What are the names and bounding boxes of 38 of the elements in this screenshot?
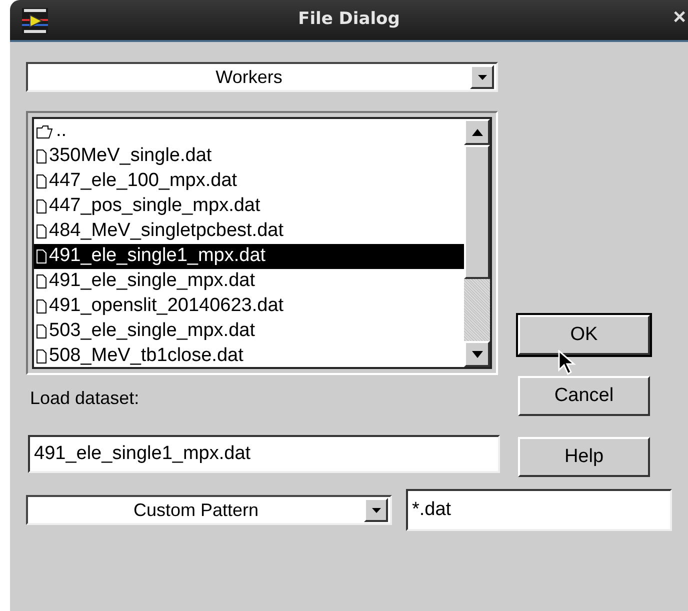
file-list-item[interactable]: 491_ele_single1_mpx.dat — [34, 244, 464, 269]
file-icon — [36, 249, 47, 264]
file-list-item[interactable]: 447_ele_100_mpx.dat — [34, 169, 464, 194]
filter-dropdown[interactable]: Custom Pattern — [26, 495, 392, 525]
mouse-cursor-icon — [558, 350, 576, 376]
file-icon — [36, 324, 47, 339]
scroll-thumb[interactable] — [464, 145, 490, 279]
file-list-item[interactable]: 350MeV_single.dat — [34, 144, 464, 169]
file-icon — [36, 299, 47, 314]
directory-dropdown[interactable]: Workers — [26, 62, 498, 92]
caret-icon — [372, 508, 380, 512]
dialog-button[interactable]: OK — [518, 315, 650, 355]
folder-icon — [36, 124, 54, 138]
scroll-down-icon[interactable] — [472, 350, 482, 358]
app-icon — [22, 8, 48, 34]
filename-field[interactable]: 491_ele_single1_mpx.dat — [28, 435, 500, 473]
scrollbar[interactable] — [464, 119, 490, 367]
file-list-item[interactable]: 491_ele_single_mpx.dat — [34, 269, 464, 294]
file-list-item[interactable]: 447_pos_single_mpx.dat — [34, 194, 464, 219]
close-button[interactable]: × — [669, 6, 688, 28]
file-list-item[interactable]: 508_MeV_tb1close.dat — [34, 344, 464, 369]
load-dataset-label: Load dataset: — [29, 387, 140, 410]
pattern-field[interactable]: *.dat — [406, 489, 672, 531]
file-icon — [36, 274, 47, 289]
file-list-item[interactable]: 484_MeV_singletpcbest.dat — [34, 219, 464, 244]
file-icon — [36, 224, 47, 239]
scroll-up-icon[interactable] — [472, 128, 482, 136]
dialog-button[interactable]: Cancel — [518, 376, 650, 416]
file-list-item[interactable]: 491_openslit_20140623.dat — [34, 294, 464, 319]
file-icon — [36, 149, 47, 164]
file-list-item[interactable]: 503_ele_single_mpx.dat — [34, 319, 464, 344]
caret-icon — [478, 74, 486, 80]
dialog-button[interactable]: Help — [518, 437, 650, 477]
file-icon — [36, 349, 47, 364]
file-icon — [36, 174, 47, 189]
file-list-item[interactable]: .. — [34, 119, 464, 144]
file-icon — [36, 199, 47, 214]
window-title: File Dialog — [298, 8, 400, 32]
